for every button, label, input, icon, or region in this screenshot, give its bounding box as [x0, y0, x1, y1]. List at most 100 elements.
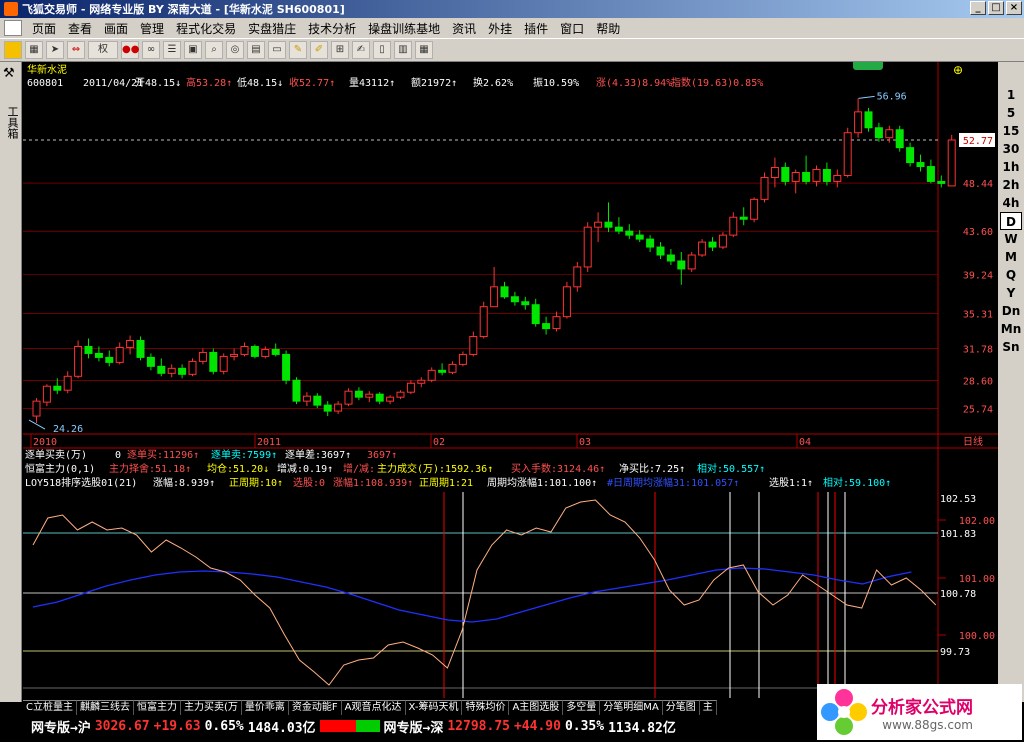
candle-body[interactable]	[500, 286, 509, 298]
edit-icon[interactable]: ✎	[289, 41, 307, 59]
compare-icon[interactable]: ●●	[121, 41, 139, 59]
candle-body[interactable]	[94, 352, 103, 358]
candle-body[interactable]	[354, 390, 363, 398]
candle-body[interactable]	[115, 346, 124, 363]
lock-icon[interactable]: ⊕	[953, 63, 963, 77]
period-w[interactable]: W	[1000, 230, 1022, 248]
period-2h[interactable]: 2h	[1000, 176, 1022, 194]
candle-body[interactable]	[698, 241, 707, 256]
tab-indicator-1[interactable]: 麒麟三线去	[76, 700, 134, 715]
candle-body[interactable]	[926, 166, 935, 182]
candle-body[interactable]	[906, 147, 915, 164]
period-d[interactable]: D	[1000, 212, 1022, 230]
filter-icon[interactable]: ⊞	[331, 41, 349, 59]
candle-body[interactable]	[334, 403, 343, 412]
candle-body[interactable]	[947, 139, 956, 187]
menu-item-training[interactable]: 操盘训练基地	[362, 20, 446, 37]
candle-body[interactable]	[386, 396, 395, 402]
candle-body[interactable]	[230, 353, 239, 357]
rights-select[interactable]: 权	[88, 41, 118, 59]
candle-body[interactable]	[885, 129, 894, 139]
candle-body[interactable]	[427, 369, 436, 381]
kline-chart[interactable]: 48.44 43.60 39.24 35.31 31.78 28.60 25.74 52.77…	[23, 62, 998, 702]
candle-body[interactable]	[344, 390, 353, 405]
tab-indicator-4[interactable]: 量价乖离	[241, 700, 289, 715]
candle-body[interactable]	[583, 226, 592, 268]
open-icon[interactable]	[4, 41, 22, 59]
menu-item-plugins[interactable]: 插件	[518, 20, 554, 37]
menu-item-manage[interactable]: 管理	[134, 20, 170, 37]
candle-body[interactable]	[271, 348, 280, 355]
candle-body[interactable]	[718, 234, 727, 248]
binoculars-icon[interactable]: ∞	[142, 41, 160, 59]
candle-body[interactable]	[261, 348, 270, 357]
document-icon[interactable]	[4, 20, 22, 36]
monitor-icon[interactable]: ▭	[268, 41, 286, 59]
candle-body[interactable]	[188, 360, 197, 375]
candle-body[interactable]	[490, 286, 499, 308]
candle-body[interactable]	[282, 353, 291, 381]
candle-body[interactable]	[874, 127, 883, 139]
tab-indicator-0[interactable]: C立桩量主	[23, 700, 77, 715]
pencil-icon[interactable]: ✐	[310, 41, 328, 59]
candle-body[interactable]	[666, 254, 675, 262]
candle-body[interactable]	[542, 323, 551, 330]
table-icon[interactable]: ▤	[247, 41, 265, 59]
candle-body[interactable]	[916, 162, 925, 168]
candle-body[interactable]	[843, 132, 852, 176]
candle-body[interactable]	[240, 345, 249, 355]
candle-body[interactable]	[510, 296, 519, 303]
candle-body[interactable]	[365, 393, 374, 398]
tab-indicator-3[interactable]: 主力买卖(万	[180, 700, 242, 715]
candle-body[interactable]	[396, 391, 405, 398]
period-15[interactable]: 15	[1000, 122, 1022, 140]
period-q[interactable]: Q	[1000, 266, 1022, 284]
menu-item-program-trading[interactable]: 程式化交易	[170, 20, 242, 37]
image-icon[interactable]: ▣	[184, 41, 202, 59]
candle-body[interactable]	[822, 169, 831, 182]
candle-body[interactable]	[677, 260, 686, 270]
tab-indicator-6[interactable]: A观音点化达	[341, 700, 406, 715]
list-icon[interactable]: ☰	[163, 41, 181, 59]
sh-label[interactable]: 网专版→沪	[31, 717, 91, 736]
target-icon[interactable]: ◎	[226, 41, 244, 59]
menu-item-hunt[interactable]: 实盘猎庄	[242, 20, 302, 37]
period-mn[interactable]: Mn	[1000, 320, 1022, 338]
tab-indicator-5[interactable]: 资金动能F	[288, 700, 342, 715]
candle-body[interactable]	[646, 238, 655, 248]
g-logo-icon[interactable]	[853, 62, 883, 70]
calc-icon[interactable]: ▦	[415, 41, 433, 59]
toolbox-label[interactable]: 工具箱	[4, 106, 20, 139]
menu-item-screen[interactable]: 画面	[98, 20, 134, 37]
period-dn[interactable]: Dn	[1000, 302, 1022, 320]
hammer-icon[interactable]: ⚒	[3, 66, 19, 82]
period-5[interactable]: 5	[1000, 104, 1022, 122]
doc-icon[interactable]: ▯	[373, 41, 391, 59]
candle-body[interactable]	[531, 304, 540, 325]
candle-body[interactable]	[32, 400, 41, 417]
edit2-icon[interactable]: ✍	[352, 41, 370, 59]
candle-body[interactable]	[521, 301, 530, 306]
candle-body[interactable]	[250, 345, 259, 357]
candle-body[interactable]	[625, 230, 634, 236]
grid-icon[interactable]: ▦	[25, 41, 43, 59]
candle-body[interactable]	[562, 286, 571, 318]
candle-body[interactable]	[448, 363, 457, 373]
candle-body[interactable]	[313, 395, 322, 406]
period-y[interactable]: Y	[1000, 284, 1022, 302]
candle-body[interactable]	[854, 111, 863, 134]
candle-body[interactable]	[802, 172, 811, 182]
candle-body[interactable]	[375, 393, 384, 402]
sz-label[interactable]: 网专版→深	[384, 717, 444, 736]
candle-body[interactable]	[417, 379, 426, 384]
menu-item-window[interactable]: 窗口	[554, 20, 590, 37]
tab-indicator-10[interactable]: 多空量	[563, 700, 601, 715]
menu-item-page[interactable]: 页面	[26, 20, 62, 37]
period-1[interactable]: 1	[1000, 86, 1022, 104]
candle-body[interactable]	[302, 395, 311, 402]
candle-body[interactable]	[74, 345, 83, 377]
menu-item-info[interactable]: 资讯	[446, 20, 482, 37]
period-sn[interactable]: Sn	[1000, 338, 1022, 356]
candle-body[interactable]	[614, 226, 623, 232]
candle-body[interactable]	[84, 345, 93, 354]
